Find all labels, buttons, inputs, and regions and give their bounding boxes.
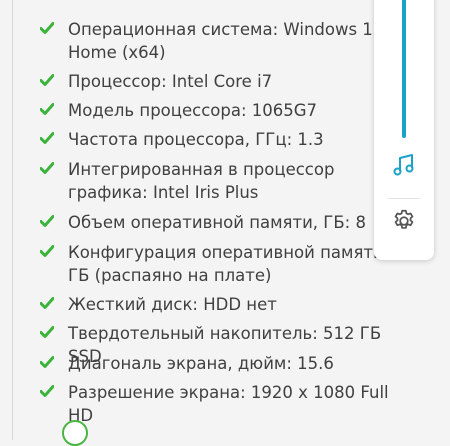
- spec-text: Модель процессора: 1065G7: [68, 101, 318, 120]
- settings-button[interactable]: [387, 206, 421, 240]
- toolbar-divider: [388, 198, 420, 199]
- check-icon: [40, 214, 54, 228]
- spec-text: Жесткий диск: HDD нет: [68, 295, 277, 314]
- spec-text: Интегрированная в процессор графика: Int…: [68, 160, 335, 202]
- check-icon: [40, 355, 54, 369]
- music-note-icon: [391, 152, 417, 182]
- check-icon: [40, 296, 54, 310]
- spec-text: Процессор: Intel Core i7: [68, 72, 273, 91]
- check-icon: [40, 73, 54, 87]
- volume-slider[interactable]: [402, 0, 406, 138]
- spec-text: Объем оперативной памяти, ГБ: 8: [68, 213, 366, 232]
- gear-icon: [391, 208, 417, 238]
- check-icon: [40, 161, 54, 175]
- check-icon: [40, 244, 54, 258]
- spec-text: Разрешение экрана: 1920 x 1080 Full HD: [68, 383, 389, 425]
- spec-text: Диагональ экрана, дюйм: 15.6: [68, 354, 334, 373]
- music-button[interactable]: [387, 150, 421, 184]
- check-icon: [40, 325, 54, 339]
- spec-text: Частота процессора, ГГц: 1.3: [68, 130, 324, 149]
- check-icon: [40, 21, 54, 35]
- check-icon: [40, 102, 54, 116]
- floating-toolbar: [374, 0, 434, 260]
- check-icon: [40, 131, 54, 145]
- check-icon: [40, 384, 54, 398]
- spec-text: Операционная система: Windows 11 Home (x…: [68, 20, 384, 62]
- spec-text: Конфигурация оперативной памяти: 8 ГБ (р…: [68, 243, 406, 285]
